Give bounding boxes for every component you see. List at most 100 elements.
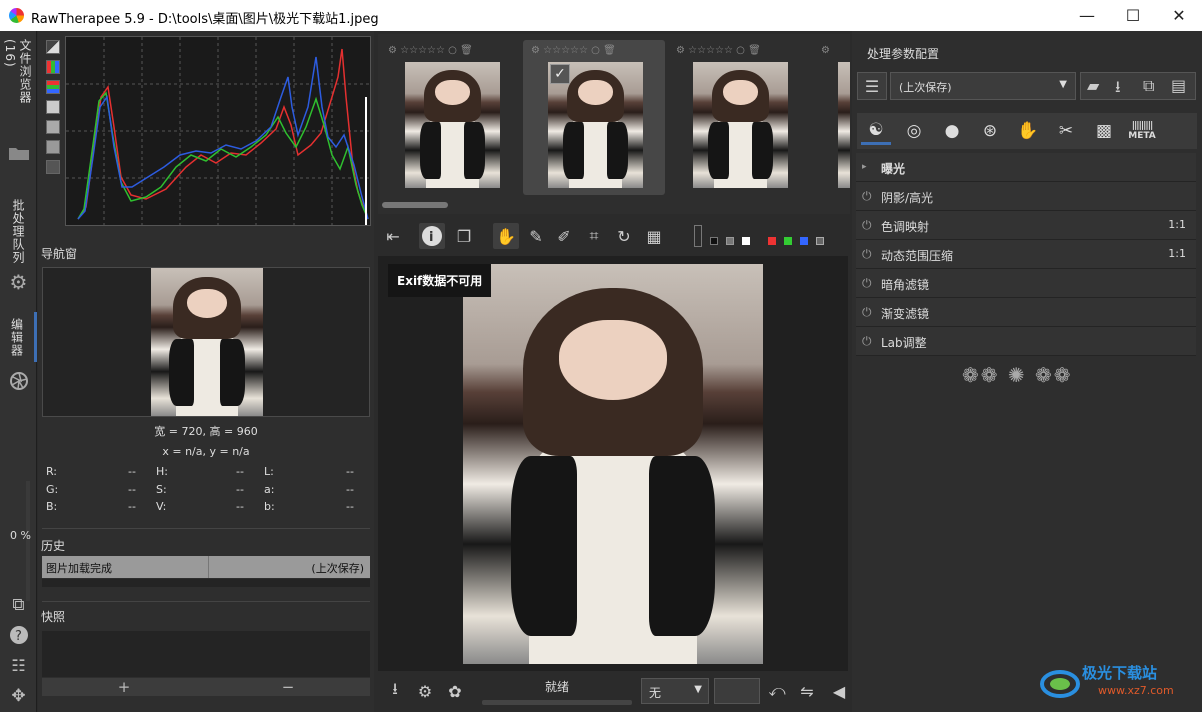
editor-statusbar: ⭳ ⚙ ✿ 就绪 无 ▼ ⤺ ⇋ ◀ <box>378 674 850 708</box>
blue-channel-button[interactable] <box>800 237 808 245</box>
raw-tab-icon[interactable]: ▩ <box>1089 117 1119 145</box>
copy-profile-icon[interactable]: ⧉ <box>1143 76 1154 96</box>
aperture-icon[interactable] <box>0 368 37 394</box>
profile-combo[interactable]: (上次保存) ▼ <box>890 72 1076 100</box>
before-after-icon[interactable]: ❐ <box>451 223 477 249</box>
close-button[interactable]: ✕ <box>1156 0 1202 31</box>
transform-tab-icon[interactable]: ✂ <box>1051 117 1081 145</box>
info-icon[interactable]: i <box>419 223 445 249</box>
filmstrip-scrollbar[interactable] <box>382 202 448 208</box>
histogram-channels-icon[interactable] <box>46 80 60 94</box>
histogram-rgb-icon[interactable] <box>46 60 60 74</box>
power-icon[interactable]: ⏻ <box>862 189 872 204</box>
profile-select[interactable]: 无 ▼ <box>641 678 709 704</box>
history-row[interactable]: 图片加载完成 (上次保存) <box>42 556 370 578</box>
meta-tab-icon[interactable]: ||||||||| META <box>1127 117 1157 145</box>
red-channel-button[interactable] <box>768 237 776 245</box>
panel-label: 色调映射 <box>881 220 930 234</box>
color-tab-icon[interactable]: ● <box>937 117 967 145</box>
panel-graduated-filter[interactable]: ⏻ 渐变滤镜 <box>856 298 1196 327</box>
folder-icon[interactable] <box>0 141 37 165</box>
thumbnail-4[interactable]: ⚙ <box>813 40 850 195</box>
watermark-url: www.xz7.com <box>1098 684 1174 697</box>
histogram-raw-icon[interactable] <box>46 100 60 114</box>
external-editor-icon[interactable]: ✿ <box>442 678 468 704</box>
thumb-gear-icon: ⚙ <box>676 45 685 56</box>
save-image-icon[interactable]: ⭳ <box>382 678 408 704</box>
navigator-preview[interactable] <box>42 267 370 417</box>
thumbnail-rating[interactable]: ⚙ ☆☆☆☆☆ ○ 🗑 <box>676 45 761 56</box>
maximize-button[interactable]: ☐ <box>1110 0 1156 31</box>
tab-file-browser[interactable]: 文件浏览器 (16) <box>0 39 37 135</box>
window-title: RawTherapee 5.9 - D:\tools\桌面\图片\极光下载站1.… <box>31 12 379 27</box>
histogram-bar-icon[interactable] <box>46 120 60 134</box>
snapshot-remove-button[interactable]: − <box>206 678 370 696</box>
preferences-icon[interactable]: ☷ <box>0 653 37 677</box>
histogram-indicator-icon[interactable] <box>46 140 60 154</box>
tab-editor-label: 编辑器 <box>9 317 24 357</box>
rotate-left-icon[interactable]: ⤺ <box>764 678 790 704</box>
thumbnail-3[interactable]: ⚙ ☆☆☆☆☆ ○ 🗑 <box>668 40 810 195</box>
panel-lab[interactable]: ⏻ Lab调整 <box>856 327 1196 356</box>
gray-preview-button[interactable] <box>726 237 734 245</box>
tab-batch-queue[interactable]: 批处理队列 <box>0 191 37 271</box>
save-profile-icon[interactable]: ⭳ <box>1115 76 1121 103</box>
queue-gear-icon[interactable]: ⚙ <box>0 269 37 295</box>
panel-vignette[interactable]: ⏻ 暗角滤镜 <box>856 269 1196 298</box>
navigator-thumbnail <box>151 268 263 416</box>
b-value: -- <box>128 500 136 513</box>
help-icon[interactable]: ? <box>0 623 37 647</box>
histogram-linear-icon[interactable] <box>46 40 60 54</box>
advanced-tab-icon[interactable]: ⊛ <box>975 117 1005 145</box>
rotate-icon[interactable]: ↻ <box>611 223 637 249</box>
green-channel-button[interactable] <box>784 237 792 245</box>
panel-shadows-highlights[interactable]: ⏻ 阴影/高光 <box>856 182 1196 211</box>
luminance-channel-button[interactable] <box>816 237 824 245</box>
detail-tab-icon[interactable]: ◎ <box>899 117 929 145</box>
thumbnail-2-selected[interactable]: ⚙ ☆☆☆☆☆ ○ 🗑 ✓ <box>523 40 665 195</box>
flip-horizontal-icon[interactable]: ⇋ <box>794 678 820 704</box>
histogram-more-icon[interactable] <box>46 160 60 174</box>
black-preview-button[interactable] <box>710 237 718 245</box>
perspective-icon[interactable]: ▦ <box>641 223 667 249</box>
thumbnail-rating[interactable]: ⚙ ☆☆☆☆☆ ○ 🗑 <box>388 45 473 56</box>
power-icon[interactable]: ⏻ <box>862 218 872 233</box>
white-preview-button[interactable] <box>742 237 750 245</box>
snapshot-add-button[interactable]: + <box>42 678 206 696</box>
panel-exposure[interactable]: ▸ 曝光 <box>856 153 1196 182</box>
history-action: 图片加载完成 <box>46 562 112 575</box>
white-balance-picker-icon[interactable]: ✎ <box>523 223 549 249</box>
color-picker-icon[interactable]: ✐ <box>551 223 577 249</box>
exposure-tab-icon[interactable]: ☯ <box>861 117 891 145</box>
power-icon[interactable]: ⏻ <box>862 334 872 349</box>
tab-editor[interactable]: 编辑器 <box>0 312 37 362</box>
image-viewer[interactable]: Exif数据不可用 <box>378 256 848 671</box>
power-icon[interactable]: ⏻ <box>862 305 872 320</box>
add-to-queue-icon[interactable]: ⧉ <box>0 593 37 617</box>
profile-list-icon[interactable]: ☰ <box>857 72 887 100</box>
preview-toggle[interactable] <box>694 225 702 247</box>
histogram-mode-select[interactable] <box>714 678 760 704</box>
panel-tone-mapping[interactable]: ⏻ 色调映射 1:1 <box>856 211 1196 240</box>
collapse-right-icon[interactable]: ◀ <box>830 678 848 704</box>
minimize-button[interactable]: — <box>1064 0 1110 31</box>
local-tab-icon[interactable]: ✋ <box>1013 117 1043 145</box>
thumbnail-image <box>405 62 500 188</box>
open-folder-icon[interactable]: ▰ <box>1087 76 1099 95</box>
chevron-down-icon: ▼ <box>694 684 702 695</box>
power-icon[interactable]: ⏻ <box>862 276 872 291</box>
panel-drc[interactable]: ⏻ 动态范围压缩 1:1 <box>856 240 1196 269</box>
thumbnail-rating[interactable]: ⚙ ☆☆☆☆☆ ○ 🗑 <box>531 45 616 56</box>
queue-gear-icon[interactable]: ⚙ <box>412 678 438 704</box>
right-panel: 处理参数配置 ☰ (上次保存) ▼ ▰ ⭳ ⧉ ▤ ☯ ◎ ● ⊛ ✋ ✂ ▩ … <box>852 31 1202 712</box>
crop-icon[interactable]: ⌗ <box>581 223 607 249</box>
power-icon[interactable]: ⏻ <box>862 247 872 262</box>
status-progress-bar <box>482 700 632 705</box>
hand-tool-icon[interactable]: ✋ <box>493 223 519 249</box>
paste-profile-icon[interactable]: ▤ <box>1171 76 1186 95</box>
panel-value: 1:1 <box>1168 218 1186 231</box>
thumbnail-1[interactable]: ⚙ ☆☆☆☆☆ ○ 🗑 <box>380 40 522 195</box>
fullscreen-icon[interactable]: ✥ <box>0 683 37 709</box>
hide-left-panel-icon[interactable]: ⇤ <box>380 223 406 249</box>
snapshot-list[interactable] <box>42 631 370 677</box>
